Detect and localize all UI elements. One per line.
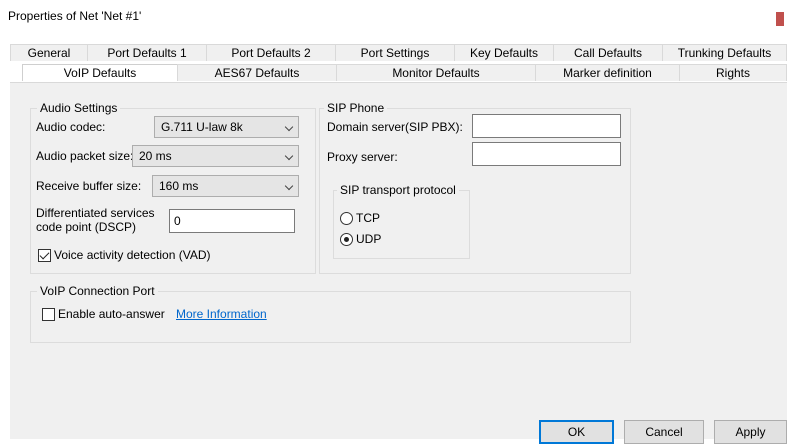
tab-port-defaults-2[interactable]: Port Defaults 2 bbox=[206, 44, 336, 61]
sip-phone-label: SIP Phone bbox=[324, 101, 388, 115]
tab-general[interactable]: General bbox=[10, 44, 88, 61]
tab-rights[interactable]: Rights bbox=[679, 64, 787, 81]
close-icon[interactable] bbox=[776, 12, 784, 26]
chevron-down-icon bbox=[284, 122, 294, 132]
tab-aes67-defaults[interactable]: AES67 Defaults bbox=[177, 64, 337, 81]
tab-key-defaults[interactable]: Key Defaults bbox=[454, 44, 554, 61]
audio-packet-size-label: Audio packet size: bbox=[36, 149, 134, 163]
audio-codec-label: Audio codec: bbox=[36, 120, 106, 134]
dialog-footer: OK Cancel Apply bbox=[10, 407, 787, 444]
ok-button[interactable]: OK bbox=[539, 420, 614, 444]
title-bar: Properties of Net 'Net #1' bbox=[0, 0, 787, 30]
auto-answer-label[interactable]: Enable auto-answer bbox=[58, 307, 165, 321]
receive-buffer-size-label: Receive buffer size: bbox=[36, 179, 142, 193]
udp-radio[interactable] bbox=[340, 233, 353, 246]
audio-settings-label: Audio Settings bbox=[37, 101, 121, 115]
sip-transport-group: SIP transport protocol TCP UDP bbox=[333, 183, 470, 259]
window-title: Properties of Net 'Net #1' bbox=[8, 9, 142, 23]
tab-port-settings[interactable]: Port Settings bbox=[335, 44, 455, 61]
voip-connection-port-label: VoIP Connection Port bbox=[37, 284, 158, 298]
tab-monitor-defaults[interactable]: Monitor Defaults bbox=[336, 64, 536, 81]
domain-server-input[interactable] bbox=[472, 114, 621, 138]
tab-port-defaults-1[interactable]: Port Defaults 1 bbox=[87, 44, 207, 61]
tcp-radio[interactable] bbox=[340, 212, 353, 225]
vad-checkbox[interactable] bbox=[38, 249, 51, 262]
tcp-label[interactable]: TCP bbox=[356, 211, 380, 225]
audio-packet-size-select[interactable]: 20 ms bbox=[132, 145, 299, 167]
more-information-link[interactable]: More Information bbox=[176, 307, 267, 321]
audio-codec-select[interactable]: G.711 U-law 8k bbox=[154, 116, 299, 138]
audio-packet-size-value: 20 ms bbox=[139, 149, 172, 163]
receive-buffer-size-value: 160 ms bbox=[159, 179, 199, 193]
domain-server-label: Domain server(SIP PBX): bbox=[327, 120, 463, 134]
tab-marker-definition[interactable]: Marker definition bbox=[535, 64, 680, 81]
receive-buffer-size-select[interactable]: 160 ms bbox=[152, 175, 299, 197]
sip-phone-group: SIP Phone Domain server(SIP PBX): Proxy … bbox=[319, 101, 631, 274]
chevron-down-icon bbox=[284, 181, 294, 191]
dscp-label-line1: Differentiated services bbox=[36, 206, 155, 220]
tab-call-defaults[interactable]: Call Defaults bbox=[553, 44, 663, 61]
audio-codec-value: G.711 U-law 8k bbox=[161, 120, 243, 134]
cancel-button[interactable]: Cancel bbox=[624, 420, 704, 444]
vad-label[interactable]: Voice activity detection (VAD) bbox=[54, 248, 211, 262]
voip-defaults-panel: Audio Settings Audio codec: G.711 U-law … bbox=[10, 82, 787, 408]
chevron-down-icon bbox=[284, 151, 294, 161]
voip-connection-port-group: VoIP Connection Port Enable auto-answer … bbox=[30, 284, 631, 343]
dscp-label-line2: code point (DSCP) bbox=[36, 220, 137, 234]
auto-answer-checkbox[interactable] bbox=[42, 308, 55, 321]
udp-label[interactable]: UDP bbox=[356, 232, 381, 246]
apply-button[interactable]: Apply bbox=[714, 420, 787, 444]
proxy-server-label: Proxy server: bbox=[327, 150, 398, 164]
audio-settings-group: Audio Settings Audio codec: G.711 U-law … bbox=[30, 101, 316, 274]
tab-trunking-defaults[interactable]: Trunking Defaults bbox=[662, 44, 787, 61]
tab-voip-defaults[interactable]: VoIP Defaults bbox=[22, 64, 178, 81]
proxy-server-input[interactable] bbox=[472, 142, 621, 166]
sip-transport-label: SIP transport protocol bbox=[337, 183, 459, 197]
dscp-input[interactable]: 0 bbox=[169, 209, 295, 233]
